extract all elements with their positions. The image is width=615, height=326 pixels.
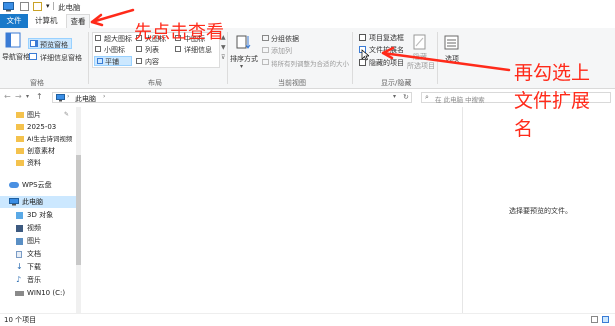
annotation-step1: 先点击查看 [134,22,224,43]
annotation-step2-line1: 再勾选上 [514,62,591,84]
annotation-arrows [90,8,511,72]
arrow-to-extension-checkbox [381,51,511,72]
annotation-step2-line2: 文件扩展 [514,90,591,112]
annotation-step2-line3: 名 [514,118,534,140]
